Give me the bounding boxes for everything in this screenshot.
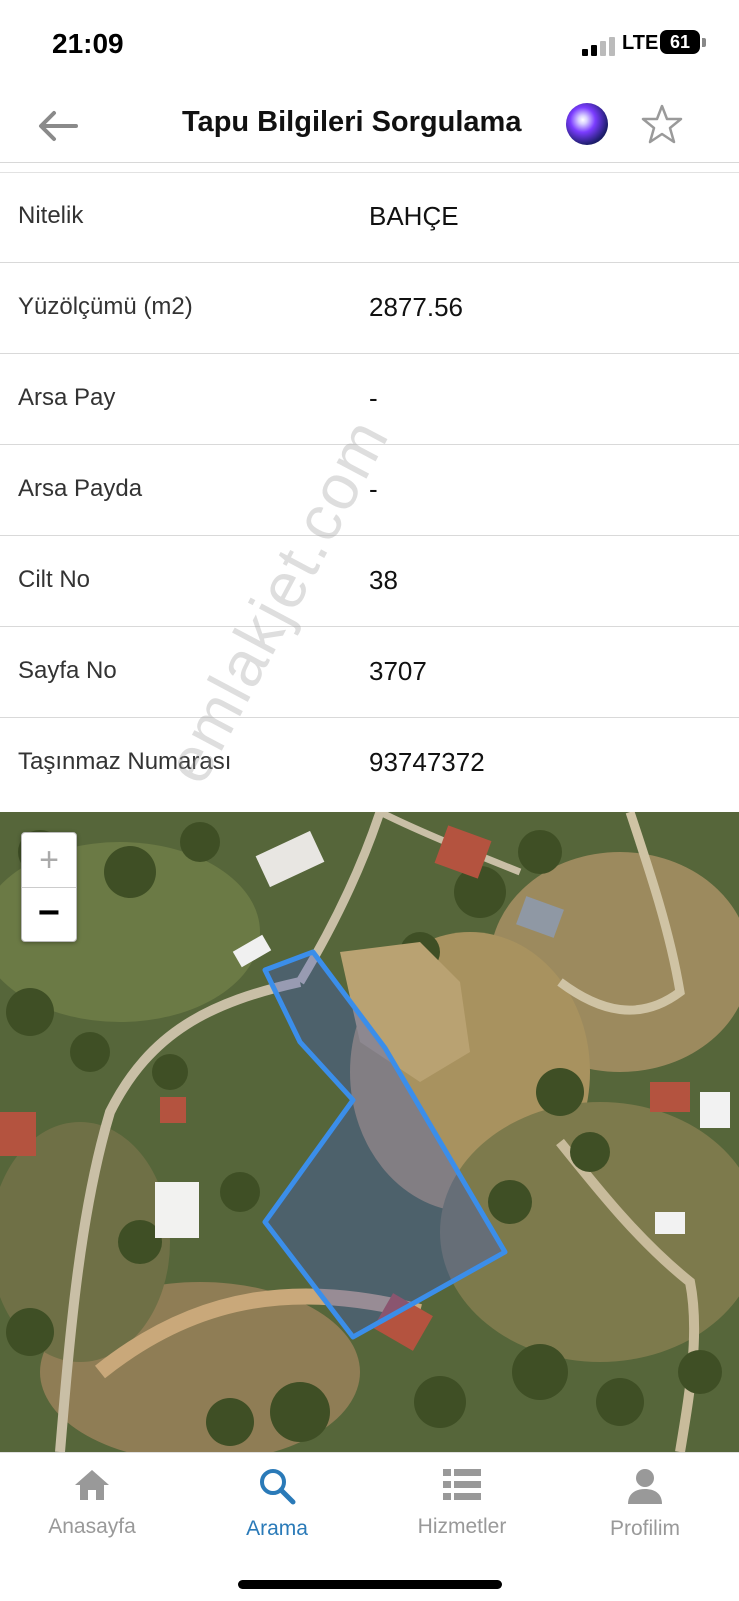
info-value: BAHÇE — [369, 201, 459, 231]
info-label: Yüzölçümü (m2) — [18, 293, 193, 320]
back-arrow-icon[interactable] — [36, 104, 80, 148]
info-label: Cilt No — [18, 566, 91, 593]
info-value: - — [369, 474, 378, 504]
info-row-arsa-pay: Arsa Pay - — [0, 354, 739, 445]
info-row-tasinmaz-numarasi: Taşınmaz Numarası 93747372 — [0, 718, 739, 808]
info-value: - — [369, 383, 378, 413]
network-type: LTE — [622, 32, 659, 54]
info-value: 38 — [369, 565, 398, 595]
page-title: Tapu Bilgileri Sorgulama — [182, 106, 522, 138]
tab-arama[interactable]: Arama — [197, 1467, 357, 1541]
tab-anasayfa[interactable]: Anasayfa — [12, 1467, 172, 1539]
parcel-info-table: Nitelik BAHÇE Yüzölçümü (m2) 2877.56 Ars… — [0, 172, 739, 808]
info-label: Arsa Payda — [18, 475, 143, 502]
home-icon — [75, 1470, 109, 1500]
tab-profilim[interactable]: Profilim — [565, 1467, 725, 1541]
map-zoom-control: + − — [21, 832, 77, 942]
map-imagery — [0, 812, 739, 1452]
siri-icon[interactable] — [566, 103, 608, 145]
tab-label: Hizmetler — [417, 1515, 507, 1538]
nav-header: Tapu Bilgileri Sorgulama — [0, 90, 739, 163]
favorite-star-icon[interactable] — [640, 102, 684, 146]
info-row-yuzolcumu: Yüzölçümü (m2) 2877.56 — [0, 263, 739, 354]
battery-icon: 61 — [660, 30, 700, 54]
info-row-arsa-payda: Arsa Payda - — [0, 445, 739, 536]
home-indicator[interactable] — [238, 1580, 502, 1589]
satellite-map[interactable] — [0, 812, 739, 1452]
info-value: 3707 — [369, 656, 427, 686]
bottom-tab-bar: Anasayfa Arama Hizmetler Profilim — [0, 1452, 739, 1601]
info-value: 2877.56 — [369, 292, 463, 322]
info-row-nitelik: Nitelik BAHÇE — [0, 172, 739, 263]
info-row-sayfa-no: Sayfa No 3707 — [0, 627, 739, 718]
signal-icon — [582, 36, 618, 56]
info-label: Taşınmaz Numarası — [18, 748, 232, 775]
info-label: Sayfa No — [18, 657, 117, 684]
info-label: Arsa Pay — [18, 384, 116, 411]
person-icon — [628, 1469, 662, 1504]
tab-label: Anasayfa — [48, 1515, 136, 1538]
zoom-in-button[interactable]: + — [22, 833, 76, 888]
tab-label: Profilim — [609, 1517, 680, 1540]
info-label: Nitelik — [18, 202, 84, 229]
status-time: 21:09 — [52, 28, 124, 59]
tab-label: Arama — [246, 1517, 308, 1540]
info-row-cilt-no: Cilt No 38 — [0, 536, 739, 627]
battery-tip — [702, 38, 706, 47]
zoom-out-button[interactable]: − — [22, 888, 76, 941]
tab-hizmetler[interactable]: Hizmetler — [382, 1467, 542, 1539]
list-icon — [443, 1469, 481, 1500]
search-icon — [260, 1469, 296, 1505]
info-value: 93747372 — [369, 747, 485, 777]
status-bar: 21:09 LTE 61 — [0, 0, 739, 90]
